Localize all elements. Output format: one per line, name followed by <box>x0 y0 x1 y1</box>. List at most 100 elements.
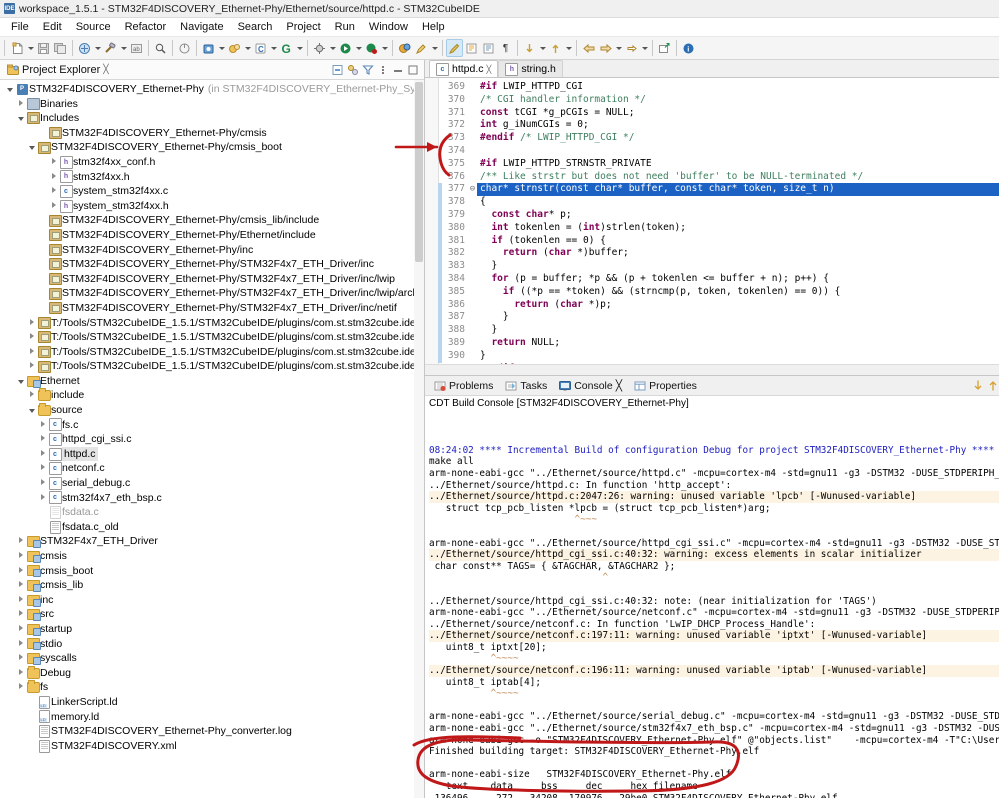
editor-code-line[interactable]: char* strnstr(const char* buffer, const … <box>477 183 999 197</box>
fold-toggle-icon[interactable]: ⊖ <box>468 183 477 196</box>
tree-item[interactable]: STM32F4DISCOVERY_Ethernet-Phy/STM32F4x7_… <box>0 301 424 316</box>
twisty-closed-icon[interactable] <box>37 432 48 447</box>
editor-marker-bar[interactable] <box>425 78 439 364</box>
editor-code-line[interactable]: return (char *)p; <box>477 299 999 312</box>
editor-horizontal-scrollbar[interactable] <box>425 364 999 375</box>
info-icon[interactable]: i <box>680 39 697 57</box>
twisty-closed-icon[interactable] <box>26 388 37 403</box>
next-edit-icon[interactable] <box>623 39 640 57</box>
twisty-open-icon[interactable] <box>15 111 26 126</box>
editor-code-line[interactable]: const char* p; <box>477 209 999 222</box>
hammer-build-icon[interactable] <box>102 39 119 57</box>
tree-item[interactable]: c httpd_cgi_ssi.c <box>0 432 424 447</box>
twisty-closed-icon[interactable] <box>15 651 26 666</box>
debug-config-icon[interactable] <box>226 39 243 57</box>
search-down-dropdown-icon[interactable] <box>538 39 547 57</box>
tree-item[interactable]: c httpd.c <box>0 446 424 462</box>
tree-item[interactable]: Debug <box>0 665 424 681</box>
editor-code-line[interactable]: return NULL; <box>477 337 999 350</box>
debug-dropdown-icon[interactable] <box>217 39 226 57</box>
tree-item[interactable]: c stm32f4x7_eth_bsp.c <box>0 491 424 506</box>
run-g-dropdown-icon[interactable] <box>295 39 304 57</box>
link-with-editor-icon[interactable] <box>346 63 360 77</box>
tree-item[interactable]: fsdata.c <box>0 505 424 520</box>
tree-item[interactable]: LinkerScript.ld <box>0 695 424 710</box>
prev-annotation-icon[interactable] <box>480 39 497 57</box>
next-edit-dropdown-icon[interactable] <box>640 39 649 57</box>
tree-item[interactable]: T:/Tools/STM32CubeIDE_1.5.1/STM32CubeIDE… <box>0 330 424 345</box>
tree-item[interactable]: syscalls <box>0 651 424 666</box>
run-c-dropdown-icon[interactable] <box>269 39 278 57</box>
new-file-dropdown-icon[interactable] <box>26 39 35 57</box>
editor-code-line[interactable]: #if LWIP_HTTPD_STRNSTR_PRIVATE <box>477 158 999 171</box>
tree-item[interactable]: c system_stm32f4xx.c <box>0 184 424 199</box>
twisty-closed-icon[interactable] <box>15 564 26 579</box>
menu-refactor[interactable]: Refactor <box>118 20 174 34</box>
forward-icon[interactable] <box>597 39 614 57</box>
search-icon[interactable] <box>152 39 169 57</box>
view-menu-icon[interactable] <box>376 63 390 77</box>
menu-window[interactable]: Window <box>362 20 415 34</box>
tree-item[interactable]: src <box>0 607 424 622</box>
collapse-all-icon[interactable] <box>331 63 345 77</box>
search-down-icon[interactable] <box>521 39 538 57</box>
tree-item[interactable]: c netconf.c <box>0 461 424 476</box>
build-icon[interactable] <box>76 39 93 57</box>
menu-search[interactable]: Search <box>231 20 280 34</box>
debug-run-dropdown-icon[interactable] <box>380 39 389 57</box>
debug-config-dropdown-icon[interactable] <box>243 39 252 57</box>
run-g-icon[interactable]: G <box>278 39 295 57</box>
tree-item[interactable]: h system_stm32f4xx.h <box>0 199 424 214</box>
twisty-closed-icon[interactable] <box>48 170 59 185</box>
twisty-closed-icon[interactable] <box>15 607 26 622</box>
tree-item[interactable]: startup <box>0 622 424 637</box>
minimize-icon[interactable] <box>391 63 405 77</box>
twisty-open-icon[interactable] <box>26 140 37 155</box>
twisty-closed-icon[interactable] <box>15 680 26 695</box>
menu-file[interactable]: File <box>4 20 36 34</box>
tree-item[interactable]: STM32F4DISCOVERY_Ethernet-Phy/inc <box>0 243 424 258</box>
tree-item[interactable]: STM32F4DISCOVERY_Ethernet-Phy/STM32F4x7_… <box>0 257 424 272</box>
tree-item[interactable]: STM32F4DISCOVERY_Ethernet-Phy/STM32F4x7_… <box>0 272 424 287</box>
external-tools-icon[interactable] <box>311 39 328 57</box>
run-icon[interactable] <box>337 39 354 57</box>
tree-item[interactable]: h stm32f4xx.h <box>0 170 424 185</box>
build-dropdown-icon[interactable] <box>93 39 102 57</box>
open-type-icon[interactable] <box>396 39 413 57</box>
menu-edit[interactable]: Edit <box>36 20 69 34</box>
search-up-icon[interactable] <box>547 39 564 57</box>
tree-item[interactable]: inc <box>0 593 424 608</box>
editor-folding-bar[interactable]: ⊖⊖ <box>468 78 477 364</box>
twisty-closed-icon[interactable] <box>37 491 48 506</box>
editor-code-line[interactable] <box>477 145 999 158</box>
editor-code-line[interactable]: #endif /* LWIP_HTTPD_CGI */ <box>477 132 999 145</box>
editor-code-line[interactable]: if ((*p == *token) && (strncmp(p, token,… <box>477 286 999 299</box>
tree-item[interactable]: STM32F4DISCOVERY.xml <box>0 739 424 754</box>
tab-properties[interactable]: Properties <box>628 380 703 392</box>
editor-tab-httpd-c[interactable]: c httpd.c ╳ <box>429 60 499 77</box>
new-file-icon[interactable] <box>9 39 26 57</box>
tree-item[interactable]: P STM32F4DISCOVERY_Ethernet-Phy (in STM32F… <box>0 82 424 97</box>
tree-vertical-scrollbar[interactable] <box>414 80 424 798</box>
twisty-open-icon[interactable] <box>4 82 15 97</box>
tree-item[interactable]: T:/Tools/STM32CubeIDE_1.5.1/STM32CubeIDE… <box>0 359 424 374</box>
back-icon[interactable] <box>580 39 597 57</box>
twisty-closed-icon[interactable] <box>15 549 26 564</box>
next-annotation-icon[interactable] <box>463 39 480 57</box>
editor-code-line[interactable]: int tokenlen = (int)strlen(token); <box>477 222 999 235</box>
tree-item[interactable]: Includes <box>0 111 424 126</box>
twisty-closed-icon[interactable] <box>26 330 37 345</box>
twisty-closed-icon[interactable] <box>37 476 48 491</box>
editor-code-line[interactable]: for (p = buffer; *p && (p + tokenlen <= … <box>477 273 999 286</box>
tree-item[interactable]: h stm32f4xx_conf.h <box>0 155 424 170</box>
tree-scrollbar-thumb[interactable] <box>415 82 423 262</box>
toolbar-grip[interactable] <box>4 40 7 56</box>
twisty-closed-icon[interactable] <box>37 461 48 476</box>
twisty-open-icon[interactable] <box>26 403 37 418</box>
code-editor[interactable]: 369 370 371 372 373 374 375 376 377 378 379 380 381 3… <box>425 78 999 364</box>
project-tree[interactable]: P STM32F4DISCOVERY_Ethernet-Phy (in STM32F… <box>0 80 424 798</box>
hammer-build-dropdown-icon[interactable] <box>119 39 128 57</box>
tree-item[interactable]: cmsis <box>0 549 424 564</box>
tree-item[interactable]: Binaries <box>0 97 424 112</box>
tree-item[interactable]: stdio <box>0 637 424 652</box>
